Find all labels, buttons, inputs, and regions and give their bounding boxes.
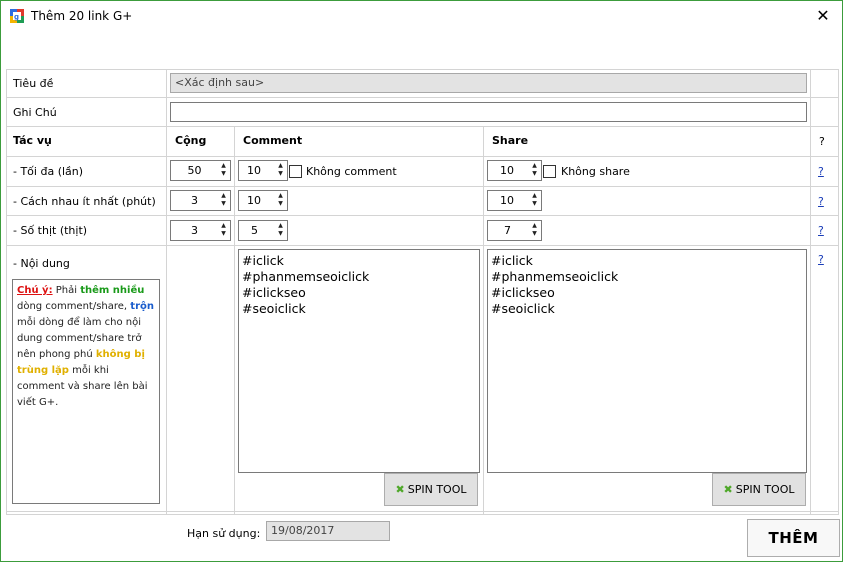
grid-line bbox=[166, 69, 167, 514]
count-cong-stepper[interactable]: 3 ▲ ▼ bbox=[170, 220, 231, 241]
max-share-stepper[interactable]: 10 ▲ ▼ bbox=[487, 160, 542, 181]
grid-line bbox=[6, 186, 839, 187]
grid-line bbox=[6, 97, 839, 98]
grid-line bbox=[6, 215, 839, 216]
grid-line bbox=[234, 126, 235, 514]
max-times-label: - Tối đa (lần) bbox=[13, 165, 84, 178]
interval-comment-stepper[interactable]: 10 ▲ ▼ bbox=[238, 190, 288, 211]
stepper-arrows-icon[interactable]: ▲ ▼ bbox=[275, 222, 286, 239]
header-tac-vu: Tác vụ bbox=[13, 134, 52, 147]
grid-line bbox=[6, 156, 839, 157]
textarea-line: #iclickseo bbox=[491, 285, 555, 300]
help-link-interval[interactable]: ? bbox=[818, 195, 824, 208]
title-field[interactable]: <Xác định sau> bbox=[170, 73, 807, 93]
interval-cong-stepper[interactable]: 3 ▲ ▼ bbox=[170, 190, 231, 211]
stepper-arrows-icon[interactable]: ▲ ▼ bbox=[529, 222, 540, 239]
stepper-value: 7 bbox=[504, 224, 511, 237]
count-share-stepper[interactable]: 7 ▲ ▼ bbox=[487, 220, 542, 241]
textarea-line: #iclick bbox=[242, 253, 284, 268]
note-highlight: trộn bbox=[130, 301, 154, 312]
stepper-arrows-icon[interactable]: ▲ ▼ bbox=[218, 222, 229, 239]
note-text: Phải bbox=[52, 285, 81, 296]
grid-line bbox=[810, 69, 811, 514]
stepper-arrows-icon[interactable]: ▲ ▼ bbox=[218, 192, 229, 209]
stepper-value: 10 bbox=[500, 164, 514, 177]
count-label: - Số thịt (thịt) bbox=[13, 224, 88, 237]
stepper-value: 3 bbox=[191, 194, 198, 207]
no-share-label: Không share bbox=[561, 165, 630, 178]
close-icon: ✕ bbox=[816, 6, 830, 25]
close-button[interactable]: ✕ bbox=[812, 5, 834, 27]
grid-line bbox=[483, 126, 484, 514]
shuffle-icon: ✖ bbox=[395, 483, 405, 496]
stepper-arrows-icon[interactable]: ▲ ▼ bbox=[218, 162, 229, 179]
header-share: Share bbox=[492, 134, 529, 147]
stepper-arrows-icon[interactable]: ▲ ▼ bbox=[275, 192, 286, 209]
spin-tool-label: SPIN TOOL bbox=[735, 483, 795, 496]
textarea-line: #phanmemseoiclick bbox=[491, 269, 619, 284]
note-field[interactable] bbox=[170, 102, 807, 122]
max-comment-stepper[interactable]: 10 ▲ ▼ bbox=[238, 160, 288, 181]
expiry-label: Hạn sử dụng: bbox=[187, 527, 261, 540]
stepper-value: 5 bbox=[251, 224, 258, 237]
help-link-max[interactable]: ? bbox=[818, 165, 824, 178]
stepper-arrows-icon[interactable]: ▲ ▼ bbox=[529, 162, 540, 179]
grid-line bbox=[6, 126, 839, 127]
title-label: Tiêu đề bbox=[13, 77, 54, 90]
add-button[interactable]: THÊM bbox=[747, 519, 840, 557]
title-bar: g Thêm 20 link G+ ✕ bbox=[1, 1, 842, 31]
note-warning: Chú ý: bbox=[17, 285, 53, 296]
no-share-checkbox[interactable] bbox=[543, 165, 556, 178]
no-comment-checkbox[interactable] bbox=[289, 165, 302, 178]
comment-spin-tool-button[interactable]: ✖ SPIN TOOL bbox=[384, 473, 478, 506]
help-link-content[interactable]: ? bbox=[818, 253, 824, 266]
interval-label: - Cách nhau ít nhất (phút) bbox=[13, 195, 156, 208]
stepper-value: 10 bbox=[247, 164, 261, 177]
grid-line bbox=[6, 511, 839, 512]
stepper-value: 10 bbox=[247, 194, 261, 207]
no-comment-label: Không comment bbox=[306, 165, 397, 178]
textarea-line: #seoiclick bbox=[491, 301, 555, 316]
interval-share-stepper[interactable]: 10 ▲ ▼ bbox=[487, 190, 542, 211]
stepper-arrows-icon[interactable]: ▲ ▼ bbox=[275, 162, 286, 179]
shuffle-icon: ✖ bbox=[723, 483, 733, 496]
header-comment: Comment bbox=[243, 134, 303, 147]
svg-text:g: g bbox=[14, 13, 19, 21]
expiry-date-field: 19/08/2017 bbox=[266, 521, 390, 541]
comment-content-textarea[interactable]: #iclick #phanmemseoiclick #iclickseo #se… bbox=[238, 249, 480, 473]
header-help: ? bbox=[819, 135, 825, 148]
spin-tool-label: SPIN TOOL bbox=[407, 483, 467, 496]
content-hint-note: Chú ý: Phải thêm nhiều dòng comment/shar… bbox=[12, 279, 160, 504]
app-logo-icon: g bbox=[10, 9, 24, 23]
note-label: Ghi Chú bbox=[13, 106, 57, 119]
stepper-value: 50 bbox=[187, 164, 202, 177]
grid-line bbox=[838, 69, 839, 514]
textarea-line: #iclick bbox=[491, 253, 533, 268]
textarea-line: #iclickseo bbox=[242, 285, 306, 300]
header-cong: Cộng bbox=[175, 134, 207, 147]
content-label: - Nội dung bbox=[13, 257, 70, 270]
grid-line bbox=[6, 69, 7, 514]
note-highlight: thêm nhiều bbox=[80, 285, 145, 296]
window-title: Thêm 20 link G+ bbox=[31, 9, 133, 23]
textarea-line: #phanmemseoiclick bbox=[242, 269, 370, 284]
textarea-line: #seoiclick bbox=[242, 301, 306, 316]
grid-line bbox=[6, 514, 839, 515]
note-text: dòng comment/share, bbox=[17, 301, 131, 312]
count-comment-stepper[interactable]: 5 ▲ ▼ bbox=[238, 220, 288, 241]
stepper-value: 10 bbox=[500, 194, 514, 207]
grid-line bbox=[6, 69, 839, 70]
share-content-textarea[interactable]: #iclick #phanmemseoiclick #iclickseo #se… bbox=[487, 249, 807, 473]
share-spin-tool-button[interactable]: ✖ SPIN TOOL bbox=[712, 473, 806, 506]
grid-line bbox=[6, 245, 839, 246]
max-cong-stepper[interactable]: 50 ▲ ▼ bbox=[170, 160, 231, 181]
stepper-value: 3 bbox=[191, 224, 198, 237]
dialog-window: g Thêm 20 link G+ ✕ Tiêu đề <Xác định sa… bbox=[0, 0, 843, 562]
help-link-count[interactable]: ? bbox=[818, 224, 824, 237]
stepper-arrows-icon[interactable]: ▲ ▼ bbox=[529, 192, 540, 209]
